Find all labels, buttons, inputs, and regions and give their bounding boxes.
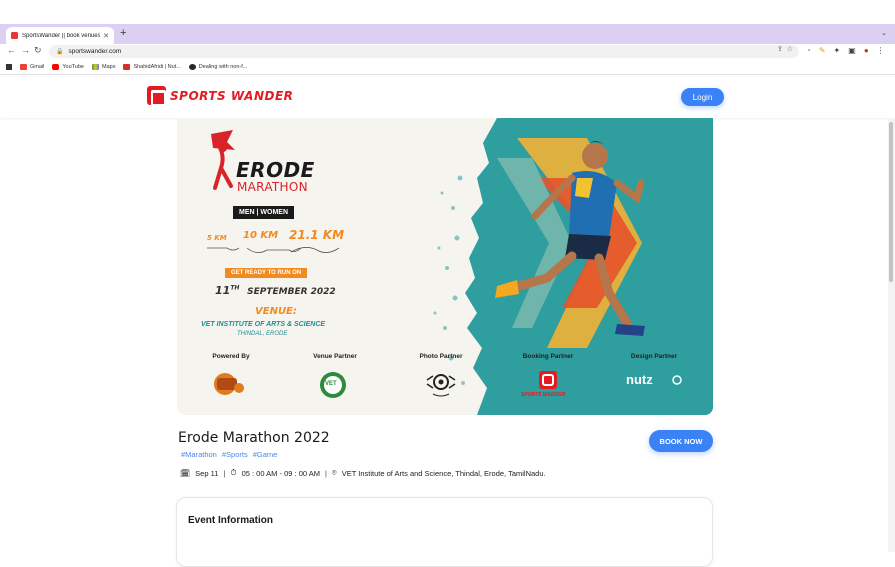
event-information-card: Event Information [176, 497, 713, 567]
bookmarks-bar: Gmail YouTube Maps ShahidAfridi | Nut...… [0, 60, 895, 75]
page-scrollbar[interactable] [888, 118, 895, 552]
new-tab-button[interactable]: + [120, 27, 126, 40]
profile-avatar-icon[interactable]: ● [864, 46, 869, 55]
extensions-puzzle-icon[interactable]: ✦ [834, 46, 841, 55]
address-bar[interactable]: 🔒 sportswander.com ⇪ ☆ [49, 45, 799, 58]
banner-category: MEN | WOMEN [233, 206, 295, 219]
bookmark-gmail[interactable]: Gmail [20, 64, 44, 70]
github-icon [188, 64, 196, 70]
lock-icon: 🔒 [56, 49, 64, 55]
bookmark-maps[interactable]: Maps [92, 64, 115, 70]
tag-marathon[interactable]: #Marathon [181, 450, 217, 459]
side-panel-icon[interactable]: ▣ [848, 46, 856, 55]
event-meta: 🗓 Sep 11 | ⏱ 05 : 00 AM - 09 : 00 AM | ⌾… [180, 468, 546, 478]
youtube-icon [52, 64, 60, 70]
partner-label-photo: Photo Partner [419, 353, 463, 360]
tag-sports[interactable]: #Sports [222, 450, 248, 459]
shield-logo-icon [147, 86, 166, 106]
event-banner: ERODE MARATHON MEN | WOMEN 5 KM 10 KM 21… [177, 118, 713, 415]
banner-venue: VET INSTITUTE OF ARTS & SCIENCE [201, 321, 326, 328]
bookmark-shahidafridi[interactable]: ShahidAfridi | Nut... [123, 64, 181, 70]
clock-icon: ⏱ [230, 468, 237, 477]
browser-toolbar: ← → ↻ 🔒 sportswander.com ⇪ ☆ ◔ ✎ ✦ ▣ ● ⋮ [0, 44, 895, 60]
event-information-heading: Event Information [188, 515, 274, 526]
reload-icon[interactable]: ↻ [34, 45, 42, 56]
color-picker-icon[interactable]: ✎ [819, 46, 826, 55]
tag-game[interactable]: #Game [253, 450, 278, 459]
gmail-icon [20, 64, 27, 70]
banner-ready-text: GET READY TO RUN ON [225, 268, 308, 278]
apps-icon[interactable] [6, 64, 12, 70]
bookmark-star-icon[interactable]: ☆ [787, 45, 793, 53]
distance-10km: 10 KM [243, 230, 279, 241]
banner-date: 11TH SEPTEMBER 2022 [215, 284, 336, 297]
close-tab-icon[interactable]: ✕ [103, 32, 109, 40]
extension-icon[interactable]: ◔ [806, 46, 811, 55]
location-pin-icon: ⌾ [331, 468, 337, 477]
booking-partner-logo-text: SPORTS WANDER [521, 392, 566, 398]
tab-search-chevron-icon[interactable]: ⌄ [881, 29, 887, 37]
nutz-logo-icon [672, 375, 682, 385]
distance-21km: 21.1 KM [289, 228, 345, 242]
nutz-logo-text: nutz [626, 372, 653, 387]
booking-partner-shield-icon [539, 371, 557, 389]
share-icon[interactable]: ⇪ [777, 45, 783, 53]
banner-place: THINDAL, ERODE [237, 331, 288, 337]
url-text: sportswander.com [68, 48, 122, 55]
site-header: SPORTS WANDER Login [0, 75, 895, 118]
scrollbar-thumb[interactable] [889, 122, 893, 282]
menu-kebab-icon[interactable]: ⋮ [877, 46, 885, 55]
event-time: 05 : 00 AM - 09 : 00 AM [241, 468, 320, 478]
calendar-icon: 🗓 [180, 468, 191, 478]
z-icon [123, 64, 131, 70]
maps-icon [92, 64, 99, 70]
browser-tab[interactable]: SportsWander || book venues ... ✕ [6, 27, 114, 44]
partner-label-venue: Venue Partner [313, 353, 357, 360]
logo-text: SPORTS WANDER [170, 88, 294, 103]
bookmark-dealing[interactable]: Dealing with non-f... [188, 64, 247, 70]
runner-illustration [495, 141, 645, 336]
banner-subtitle: MARATHON [237, 180, 308, 194]
site-favicon-icon [11, 32, 18, 39]
book-now-button[interactable]: BOOK NOW [649, 430, 713, 452]
vet-logo-text: VET [325, 381, 337, 387]
banner-title: ERODE [236, 158, 315, 182]
photo-partner-logo-icon [426, 374, 456, 397]
divider: | [223, 468, 226, 478]
distance-5km: 5 KM [207, 234, 227, 242]
partner-label-powered: Powered By [212, 353, 250, 360]
divider: | [324, 468, 327, 478]
back-arrow-icon[interactable]: ← [7, 45, 16, 55]
powered-by-logo-icon [214, 373, 244, 395]
login-button[interactable]: Login [681, 88, 724, 106]
sports-wander-logo[interactable]: SPORTS WANDER [147, 86, 294, 106]
route-map-icons [207, 247, 340, 253]
event-title: Erode Marathon 2022 [178, 430, 330, 446]
event-tags: #Marathon #Sports #Game [181, 450, 277, 459]
bookmark-youtube[interactable]: YouTube [52, 64, 84, 70]
browser-tab-bar: SportsWander || book venues ... ✕ + ⌄ [0, 24, 895, 44]
partner-label-design: Design Partner [630, 353, 678, 360]
tab-title: SportsWander || book venues ... [22, 32, 101, 39]
event-date: Sep 11 [195, 468, 219, 478]
banner-venue-label: VENUE: [255, 306, 297, 317]
partner-label-booking: Booking Partner [522, 353, 574, 360]
event-location: VET Institute of Arts and Science, Thind… [341, 468, 546, 478]
forward-arrow-icon[interactable]: → [21, 45, 30, 55]
